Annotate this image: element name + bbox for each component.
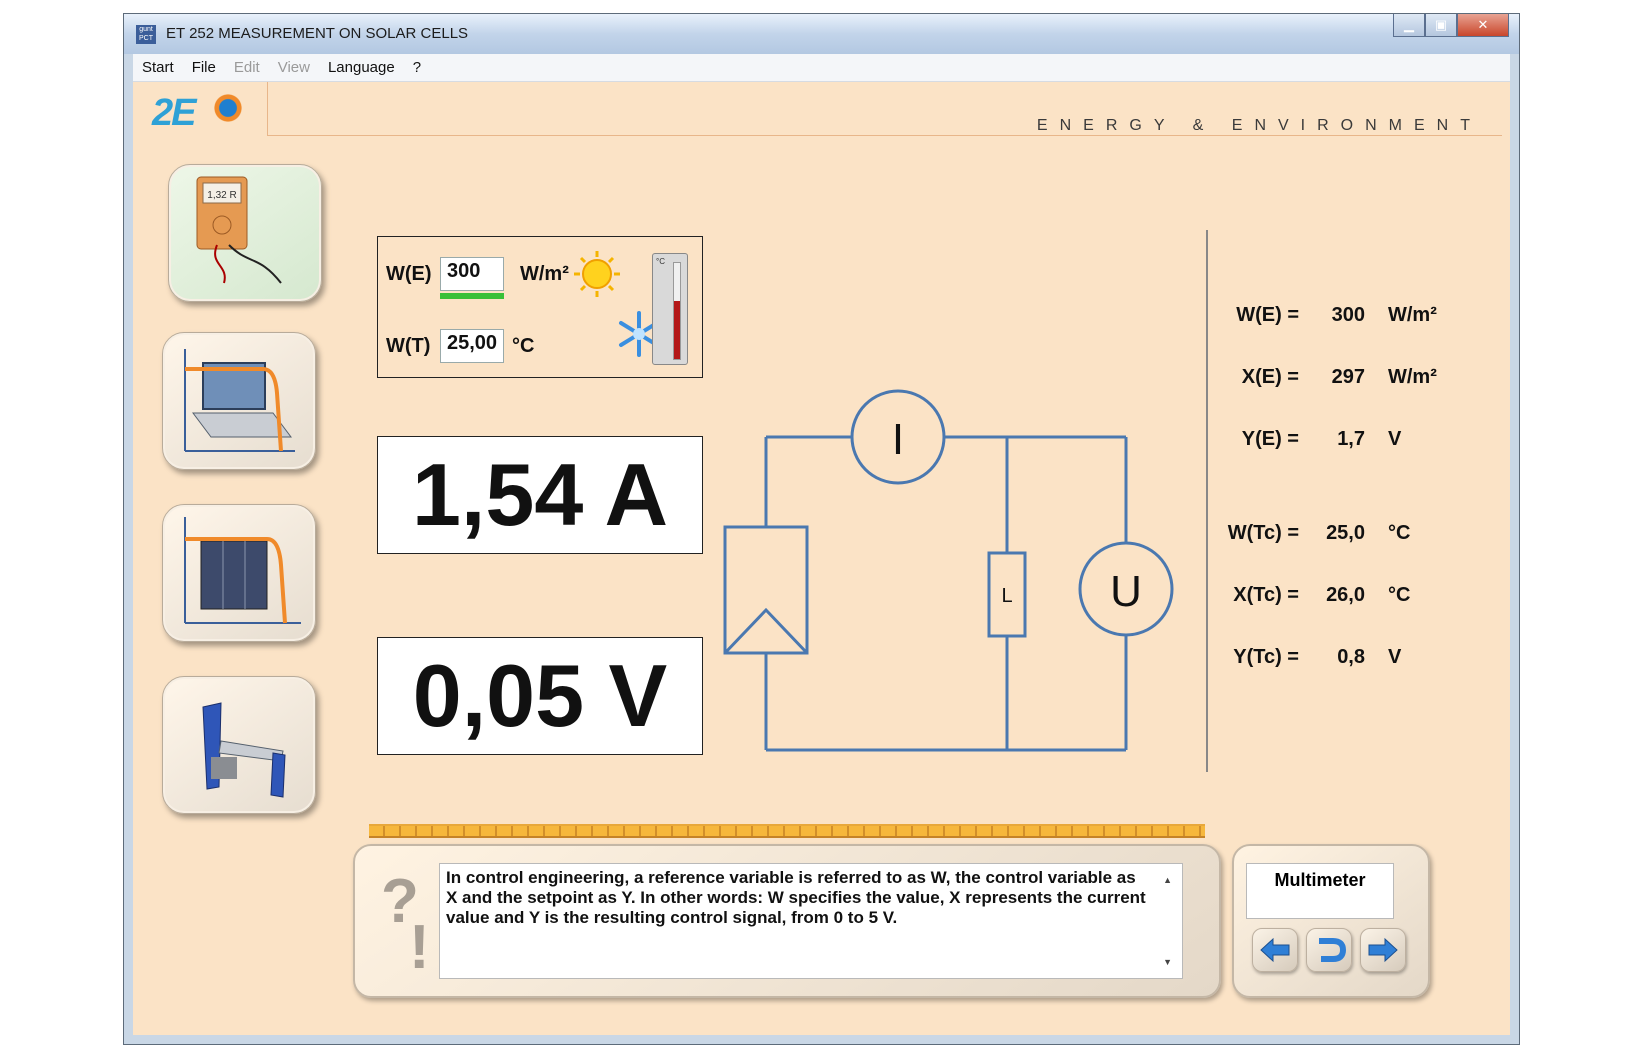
laptop-chart-icon [184, 349, 295, 452]
meas-value: 297 [1331, 366, 1365, 388]
irradiance-level-bar [440, 293, 504, 299]
help-text: In control engineering, a reference vari… [446, 868, 1146, 927]
thermometer-fill [674, 301, 680, 359]
meas-value: 300 [1331, 304, 1365, 326]
multimeter-icon: 1,32 R [196, 176, 282, 284]
minimize-button[interactable]: ▁ [1393, 14, 1425, 37]
meas-value: 1,7 [1337, 428, 1365, 450]
meas-label: Y(Tc) = [1233, 646, 1299, 668]
current-readout: 1,54 A [377, 436, 703, 554]
close-button[interactable]: ✕ [1457, 14, 1509, 37]
menu-start[interactable]: Start [133, 59, 183, 76]
window-controls: ▁ ▣ ✕ [1393, 14, 1509, 38]
we-label: W(E) [386, 263, 432, 285]
load-label: L [1001, 585, 1012, 607]
header-divider [267, 82, 268, 135]
meas-unit: W/m² [1388, 366, 1437, 388]
voltmeter-label: U [1110, 567, 1142, 616]
title-bar: gunt PCT ET 252 MEASUREMENT ON SOLAR CELL… [124, 14, 1519, 54]
meas-unit: °C [1388, 522, 1411, 544]
window-title: ET 252 MEASUREMENT ON SOLAR CELLS [166, 25, 469, 42]
meas-label: Y(E) = [1241, 428, 1299, 450]
minimize-icon: ▁ [1404, 17, 1414, 32]
tagline: ENERGY & ENVIRONMENT [1036, 117, 1482, 134]
menu-help[interactable]: ? [404, 59, 430, 76]
test-stand-icon [202, 702, 286, 798]
logo: 2E [152, 92, 197, 134]
app-window: gunt PCT ET 252 MEASUREMENT ON SOLAR CELL… [123, 13, 1520, 1045]
arrow-left-icon [1260, 937, 1290, 963]
thermometer-icon: °C [652, 253, 688, 365]
solar-cell-icon [184, 517, 301, 624]
sidebar-item-multimeter[interactable]: 1,32 R [168, 164, 322, 302]
sidebar-item-solar-cell[interactable] [162, 504, 316, 642]
panel-divider [1206, 230, 1208, 772]
sun-icon [574, 251, 620, 297]
scroll-up-icon[interactable]: ▲ [1163, 870, 1172, 890]
sidebar-item-test-stand[interactable] [162, 676, 316, 814]
wt-unit: °C [512, 335, 535, 357]
irradiance-setpoint-input[interactable]: 300 [440, 257, 504, 291]
meas-label: W(E) = [1236, 304, 1299, 326]
client-area: 2E ENERGY & ENVIRONMENT 1,32 R W(E) 300 … [133, 82, 1510, 1035]
forward-button[interactable] [1360, 928, 1406, 972]
return-button[interactable] [1306, 928, 1352, 972]
thermometer-tube [673, 262, 681, 360]
voltage-readout: 0,05 V [377, 637, 703, 755]
back-button[interactable] [1252, 928, 1298, 972]
meas-unit: V [1388, 428, 1402, 450]
progress-strip [369, 824, 1205, 838]
setpoint-panel: W(E) 300 W/m² W(T) 25,00 °C °C [377, 236, 703, 378]
arrow-right-icon [1368, 937, 1398, 963]
sidebar-item-characteristic-curve[interactable] [162, 332, 316, 470]
meas-value: 26,0 [1326, 584, 1365, 606]
close-icon: ✕ [1477, 17, 1489, 32]
temperature-setpoint-input[interactable]: 25,00 [440, 329, 504, 363]
return-icon [1319, 938, 1347, 962]
meas-unit: W/m² [1388, 304, 1437, 326]
circuit-diagram: I U L [723, 389, 1174, 752]
help-textbox[interactable]: In control engineering, a reference vari… [439, 863, 1183, 979]
menu-view[interactable]: View [269, 59, 319, 76]
thermometer-unit: °C [656, 257, 665, 266]
menu-file[interactable]: File [183, 59, 225, 76]
header-rule [267, 135, 1502, 136]
section-title: Multimeter [1246, 863, 1394, 919]
menu-bar: Start File Edit View Language ? [133, 54, 1510, 82]
maximize-icon: ▣ [1434, 17, 1448, 32]
scroll-down-icon[interactable]: ▼ [1163, 952, 1172, 972]
maximize-button[interactable]: ▣ [1425, 14, 1457, 37]
solar-cell-diode [723, 607, 809, 655]
meas-value: 0,8 [1337, 646, 1365, 668]
app-icon: gunt PCT [136, 25, 156, 44]
logo-drop-icon [213, 93, 243, 123]
meas-label: X(Tc) = [1233, 584, 1299, 606]
question-icon: ? ! [381, 867, 430, 974]
meas-unit: V [1388, 646, 1402, 668]
we-unit: W/m² [520, 263, 569, 285]
meas-label: W(Tc) = [1227, 522, 1299, 544]
meas-value: 25,0 [1326, 522, 1365, 544]
ammeter-label: I [892, 415, 904, 464]
multimeter-display: 1,32 R [207, 190, 236, 201]
meas-unit: °C [1388, 584, 1411, 606]
menu-language[interactable]: Language [319, 59, 404, 76]
solar-cell-symbol [723, 525, 809, 655]
svg-text:!: ! [409, 913, 430, 974]
menu-edit[interactable]: Edit [225, 59, 269, 76]
meas-label: X(E) = [1241, 366, 1299, 388]
wt-label: W(T) [386, 335, 431, 357]
